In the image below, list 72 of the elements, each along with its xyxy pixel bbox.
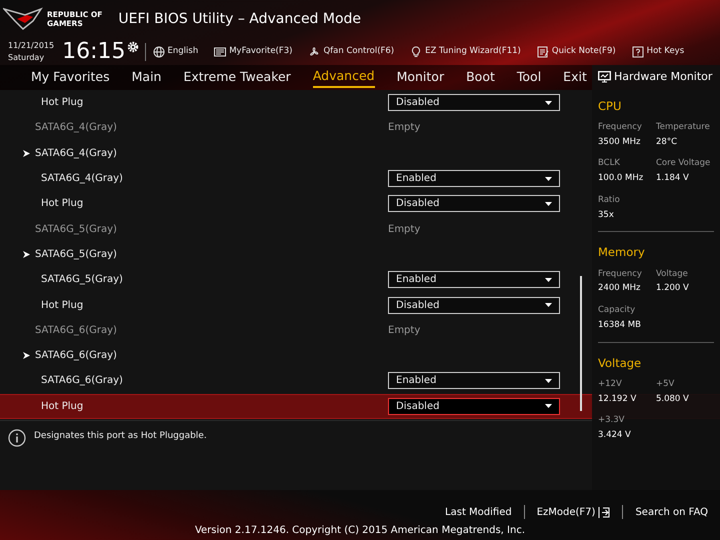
toolbar-button[interactable]: MyFavorite(F3) xyxy=(214,45,292,58)
menu-tab[interactable]: Extreme Tweaker xyxy=(183,68,291,86)
info-value: Empty xyxy=(388,324,420,338)
dropdown[interactable]: Enabled xyxy=(388,372,560,390)
sensor-value: 3500 MHz xyxy=(598,136,642,148)
sensor-label: Core Voltage xyxy=(656,157,712,170)
sensor-label: +12V xyxy=(598,378,623,390)
sensor-label: Frequency xyxy=(598,268,643,280)
submenu-link[interactable]: SATA6G_6(Gray) xyxy=(35,348,117,364)
toolbar-button[interactable]: EZ Tuning Wizard(F11) xyxy=(410,45,521,58)
section-title: CPU xyxy=(598,98,622,114)
menu-tab[interactable]: Advanced xyxy=(312,68,375,88)
menu-tab[interactable]: My Favorites xyxy=(31,68,110,86)
date-text: 11/21/2015 xyxy=(8,40,54,52)
sensor-value: 5.080 V xyxy=(656,392,690,406)
info-value: Empty xyxy=(388,222,420,237)
sensor-label: +5V xyxy=(656,378,676,390)
menu-tab[interactable]: Main xyxy=(132,68,162,86)
section-title: Voltage xyxy=(598,354,642,372)
submenu-link[interactable]: SATA6G_4(Gray) xyxy=(35,146,117,161)
info-label: SATA6G_5(Gray) xyxy=(34,222,118,237)
sensor-label: Voltage xyxy=(656,268,689,280)
footer-link[interactable]: Last Modified xyxy=(433,504,524,520)
dropdown[interactable]: Disabled xyxy=(388,94,560,112)
submenu-link[interactable]: SATA6G_5(Gray) xyxy=(35,246,117,262)
setting-label: SATA6G_6(Gray) xyxy=(40,374,124,388)
setting-label: Hot Plug xyxy=(40,96,84,110)
info-value: Empty xyxy=(388,121,420,136)
section-title: Memory xyxy=(598,244,646,262)
menu-tab[interactable]: Monitor xyxy=(396,68,444,86)
dropdown[interactable]: Disabled xyxy=(388,195,560,212)
setting-label: Hot Plug xyxy=(40,298,84,313)
info-label: SATA6G_4(Gray) xyxy=(34,121,118,136)
setting-label: SATA6G_4(Gray) xyxy=(40,172,124,186)
sensor-label: +3.3V xyxy=(598,414,626,427)
window-title: UEFI BIOS Utility – Advanced Mode xyxy=(118,10,362,28)
clock-text: 16:15 xyxy=(62,40,126,62)
sensor-label: Frequency xyxy=(598,120,643,134)
sensor-value: 28°C xyxy=(656,136,678,148)
help-text: Designates this port as Hot Pluggable. xyxy=(34,430,207,443)
sensor-value: 12.192 V xyxy=(598,392,638,406)
dropdown[interactable]: Enabled xyxy=(388,170,560,188)
sensor-value: 16384 MB xyxy=(598,318,642,332)
sensor-value: 3.424 V xyxy=(598,429,632,442)
footer-link[interactable]: EzMode(F7) xyxy=(524,504,622,520)
copyright-text: Version 2.17.1246. Copyright (C) 2015 American Megatrends, Inc. xyxy=(194,525,526,536)
sensor-value: 100.0 MHz xyxy=(598,172,644,185)
setting-label: Hot Plug xyxy=(40,400,84,414)
menu-tab[interactable]: Boot xyxy=(466,68,495,86)
sensor-value: 1.184 V xyxy=(656,172,690,185)
sensor-value: 35x xyxy=(598,208,615,222)
day-text: Saturday xyxy=(8,52,46,64)
sensor-value: 1.200 V xyxy=(656,282,690,295)
sensor-label: Capacity xyxy=(598,304,636,317)
menu-tab[interactable]: Tool xyxy=(516,68,542,86)
footer-link[interactable]: Search on FAQ xyxy=(623,504,720,520)
dropdown[interactable]: Enabled xyxy=(388,271,560,288)
toolbar-button[interactable]: Hot Keys xyxy=(632,45,684,58)
toolbar-button[interactable]: Quick Note(F9) xyxy=(536,45,616,58)
dropdown[interactable]: Disabled xyxy=(388,398,560,415)
info-label: SATA6G_6(Gray) xyxy=(34,324,118,338)
dropdown[interactable]: Disabled xyxy=(388,296,560,314)
toolbar-button[interactable]: Qfan Control(F6) xyxy=(308,45,394,58)
menu-tab[interactable]: Exit xyxy=(563,68,587,86)
setting-label: SATA6G_5(Gray) xyxy=(40,273,124,288)
sensor-label: BCLK xyxy=(598,157,621,170)
sensor-label: Ratio xyxy=(598,194,621,206)
sensor-value: 2400 MHz xyxy=(598,282,642,295)
setting-label: Hot Plug xyxy=(40,197,84,212)
sensor-label: Temperature xyxy=(656,120,711,134)
toolbar-button[interactable]: English xyxy=(152,45,198,58)
panel-title: Hardware Monitor xyxy=(598,69,714,86)
